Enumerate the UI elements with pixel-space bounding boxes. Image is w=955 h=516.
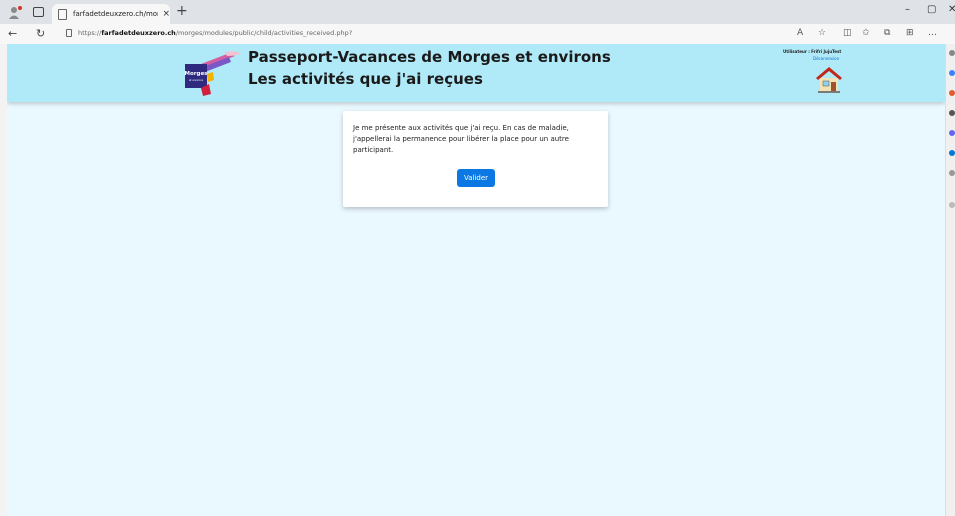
more-icon[interactable]: …: [928, 28, 937, 38]
browser-tab[interactable]: farfadetdeuxzero.ch/morges/mo ×: [52, 4, 170, 24]
minimize-button[interactable]: –: [905, 4, 910, 15]
browser-tab-bar: farfadetdeuxzero.ch/morges/mo × + – ▢ ✕: [0, 0, 955, 24]
close-window-button[interactable]: ✕: [948, 4, 955, 15]
drop-icon[interactable]: [949, 170, 955, 176]
confirmation-message: Je me présente aux activités que j'ai re…: [353, 124, 569, 154]
back-icon[interactable]: ←: [8, 27, 17, 40]
url-field[interactable]: https://farfadetdeuxzero.ch/morges/modul…: [78, 29, 352, 37]
collections-icon[interactable]: ⧉: [884, 28, 890, 38]
read-aloud-icon[interactable]: A: [797, 28, 803, 38]
logo-text: Morges: [185, 71, 209, 77]
tab-switcher-icon[interactable]: [33, 7, 44, 17]
outlook-icon[interactable]: [949, 150, 955, 156]
address-bar-row: ← ↻ https://farfadetdeuxzero.ch/morges/m…: [0, 24, 955, 44]
lock-icon[interactable]: [66, 29, 72, 37]
page-title: Passeport-Vacances de Morges et environs…: [248, 46, 611, 90]
add-icon[interactable]: [949, 202, 955, 208]
title-line-2: Les activités que j'ai reçues: [248, 70, 483, 88]
extensions-icon[interactable]: ⊞: [906, 28, 914, 38]
page-icon: [58, 8, 67, 20]
page-viewport: Morges et environs Passeport-Vacances de…: [7, 44, 945, 516]
refresh-icon[interactable]: ↻: [36, 27, 45, 40]
validate-button[interactable]: Valider: [457, 169, 495, 187]
tab-close-button[interactable]: ×: [162, 9, 170, 19]
logo-subtext: et environs: [189, 78, 204, 82]
tools-icon[interactable]: [949, 90, 955, 96]
confirmation-card: Je me présente aux activités que j'ai re…: [343, 111, 608, 207]
copilot-icon[interactable]: [949, 130, 955, 136]
tab-title: farfadetdeuxzero.ch/morges/mo: [73, 10, 158, 18]
url-prefix: https://: [78, 29, 102, 37]
browser-sidebar: [945, 44, 955, 516]
search-icon[interactable]: [949, 50, 955, 56]
restore-button[interactable]: ▢: [927, 4, 936, 15]
passeport-logo[interactable]: Morges et environs: [183, 50, 243, 96]
profile-icon[interactable]: [9, 6, 22, 19]
split-screen-icon[interactable]: ◫: [843, 28, 852, 38]
shopping-icon[interactable]: [949, 70, 955, 76]
favorite-icon[interactable]: ☆: [818, 28, 826, 38]
favorites-icon[interactable]: ✩: [862, 28, 870, 38]
url-path: /morges/modules/public/child/activities_…: [175, 29, 353, 37]
title-line-1: Passeport-Vacances de Morges et environs: [248, 48, 611, 66]
logout-link[interactable]: Déconnexion: [813, 56, 839, 61]
url-domain: farfadetdeuxzero.ch: [101, 29, 176, 37]
games-icon[interactable]: [949, 110, 955, 116]
new-tab-button[interactable]: +: [176, 3, 188, 19]
site-header: Morges et environs Passeport-Vacances de…: [7, 44, 945, 102]
home-icon[interactable]: [814, 64, 844, 94]
user-label: Utilisateur : Frifri JujuTest: [783, 49, 842, 54]
